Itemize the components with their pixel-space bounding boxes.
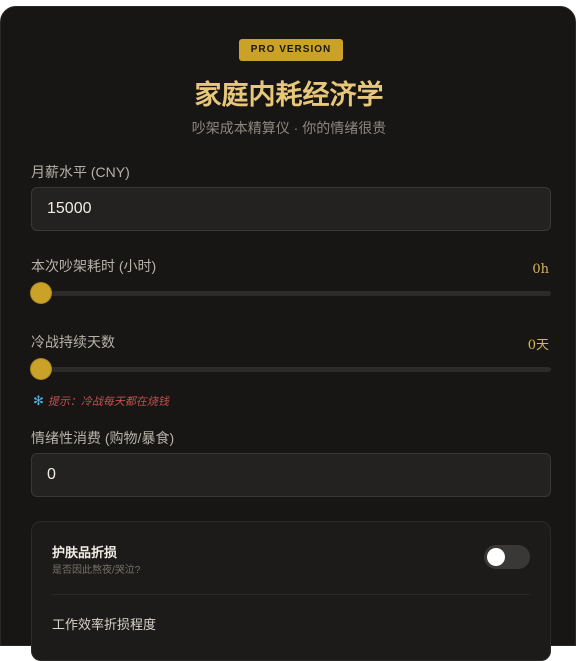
calculator-card: PRO VERSION 家庭内耗经济学 吵架成本精算仪 · 你的情绪很贵 月薪水… [0, 6, 576, 661]
cold-war-days-slider[interactable] [31, 359, 551, 379]
salary-input[interactable]: 15000 [31, 187, 551, 231]
page-subtitle: 吵架成本精算仪 · 你的情绪很贵 [191, 120, 387, 136]
cold-war-hint: ✻ 提示：冷战每天都在烧钱 [33, 393, 169, 410]
skincare-title: 护肤品折损 [52, 545, 118, 560]
skincare-toggle[interactable] [484, 545, 530, 569]
cold-war-days-value: 0天 [527, 338, 549, 353]
argument-hours-label: 本次吵架耗时 (小时) [31, 258, 157, 274]
page-title: 家庭内耗经济学 [194, 80, 384, 110]
emotional-spending-input[interactable]: 0 [31, 453, 551, 497]
cold-war-days-label: 冷战持续天数 [31, 334, 115, 350]
skincare-subtitle: 是否因此熬夜/哭泣? [52, 565, 141, 576]
damage-options-panel: 护肤品折损 是否因此熬夜/哭泣? 工作效率折损程度 [31, 521, 551, 661]
divider [52, 594, 530, 595]
pro-version-badge: PRO VERSION [239, 39, 343, 61]
salary-label: 月薪水平 (CNY) [31, 164, 130, 180]
emotional-spending-label: 情绪性消费 (购物/暴食) [31, 430, 175, 446]
argument-hours-value: 0h [532, 262, 549, 277]
argument-hours-slider[interactable] [31, 283, 551, 303]
efficiency-label: 工作效率折损程度 [52, 617, 157, 632]
toggle-knob [487, 548, 505, 566]
cold-war-hint-text: 提示：冷战每天都在烧钱 [47, 396, 169, 408]
snowflake-icon: ✻ [33, 393, 44, 408]
argument-hours-slider-thumb[interactable] [31, 283, 51, 303]
cold-war-days-slider-thumb[interactable] [31, 359, 51, 379]
